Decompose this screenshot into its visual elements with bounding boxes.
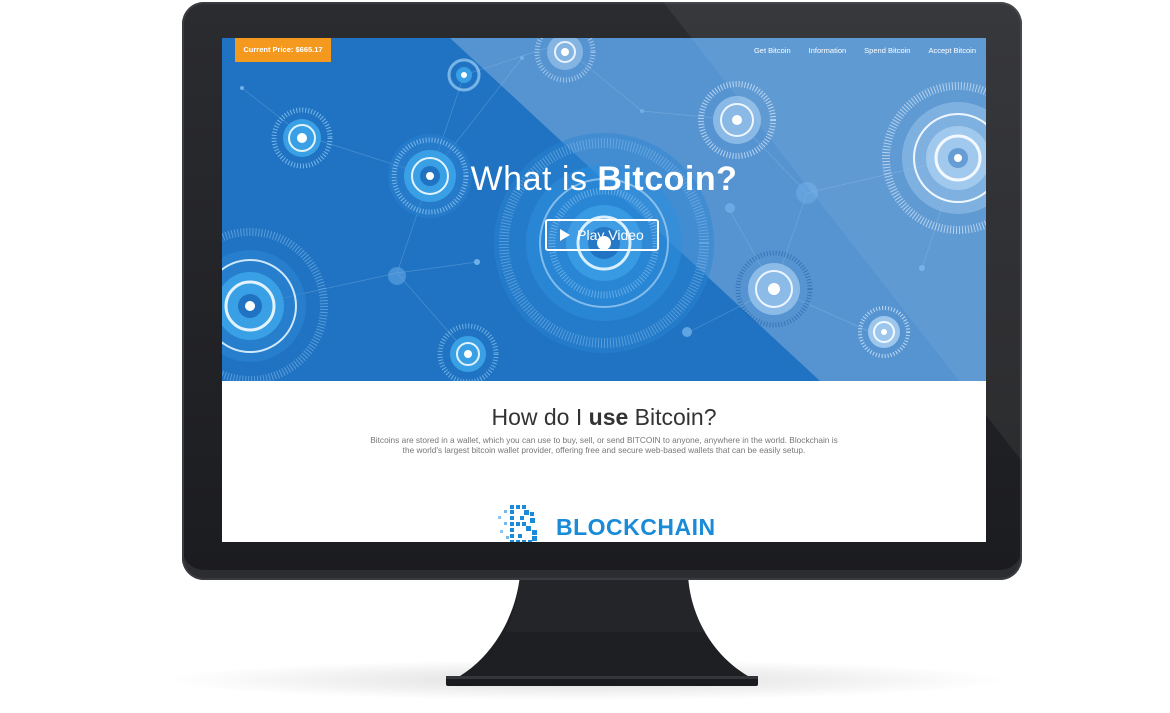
- blockchain-logo[interactable]: BLOCKCHAIN: [496, 504, 716, 542]
- blockchain-wordmark: BLOCKCHAIN: [556, 514, 716, 540]
- section-title-prefix: How do I: [491, 404, 589, 430]
- nav-information[interactable]: Information: [809, 46, 847, 55]
- screen: Current Price: $665.17 Get Bitcoin Infor…: [222, 38, 986, 542]
- section-title-suffix: Bitcoin?: [628, 404, 717, 430]
- section-title-bold: use: [588, 404, 629, 430]
- top-nav: Get Bitcoin Information Spend Bitcoin Ac…: [754, 46, 976, 55]
- hero-section: Current Price: $665.17 Get Bitcoin Infor…: [222, 38, 986, 381]
- hero-title: What is Bitcoin?: [222, 160, 986, 199]
- play-video-label: Play Video: [577, 227, 644, 243]
- nav-accept-bitcoin[interactable]: Accept Bitcoin: [928, 46, 976, 55]
- current-price-value: $665.17: [295, 45, 323, 54]
- hero-title-bold: Bitcoin?: [597, 160, 738, 198]
- hero-title-prefix: What is: [470, 160, 598, 198]
- current-price-label: Current Price:: [243, 45, 294, 54]
- section-title: How do I use Bitcoin?: [222, 404, 986, 431]
- nav-spend-bitcoin[interactable]: Spend Bitcoin: [864, 46, 910, 55]
- hero-background-art: [222, 38, 986, 381]
- play-video-button[interactable]: Play Video: [545, 219, 659, 251]
- section-body: Bitcoins are stored in a wallet, which y…: [370, 435, 838, 455]
- nav-get-bitcoin[interactable]: Get Bitcoin: [754, 46, 791, 55]
- current-price-badge: Current Price: $665.17: [235, 38, 331, 62]
- blockchain-b-icon: [498, 505, 537, 542]
- play-icon: [560, 229, 571, 241]
